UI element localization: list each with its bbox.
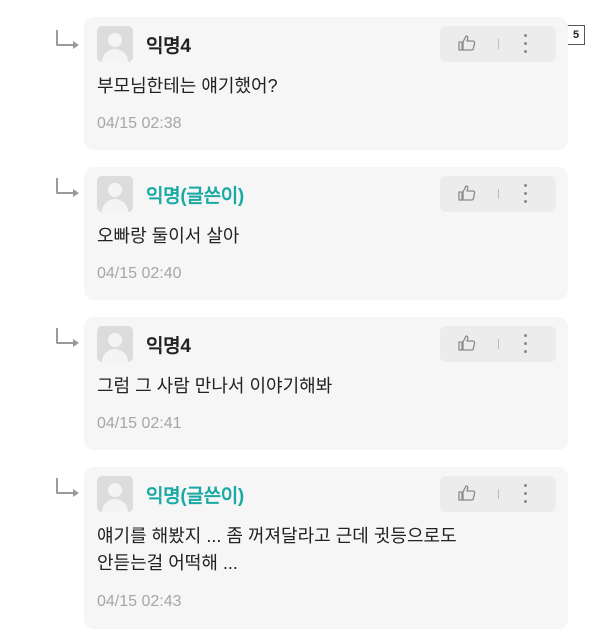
- reply-arrow-icon: [56, 328, 79, 347]
- comment-content-line: 안듣는걸 어떡해 ...: [97, 553, 238, 573]
- comment-author-name: 익명(글쓴이): [146, 186, 244, 207]
- more-vertical-icon[interactable]: [524, 34, 528, 54]
- page-number-badge: 5: [567, 25, 585, 45]
- comment-timestamp: 04/15 02:38: [97, 115, 182, 132]
- comment-card: 익명(글쓴이) 얘기를 해봤지 ... 좀 꺼져달라고 근데 귓등으로도 안듣는…: [84, 467, 568, 629]
- comment-card: 익명4 부모님한테는 얘기했어? 04/15 02:38: [84, 17, 568, 150]
- comment-content: 부모님한테는 얘기했어?: [97, 76, 278, 96]
- more-vertical-icon[interactable]: [524, 334, 528, 354]
- comment-actions: [440, 176, 556, 212]
- more-vertical-icon[interactable]: [524, 484, 528, 504]
- action-divider: [498, 489, 499, 499]
- comment-content-line: 얘기를 해봤지 ... 좀 꺼져달라고 근데 귓등으로도: [97, 526, 457, 546]
- comment-actions: [440, 326, 556, 362]
- reply-arrow-icon: [56, 478, 79, 497]
- comment-card: 익명(글쓴이) 오빠랑 둘이서 살아 04/15 02:40: [84, 167, 568, 300]
- reply-arrow-icon: [56, 178, 79, 197]
- avatar[interactable]: [97, 326, 133, 362]
- comment-content: 그럼 그 사람 만나서 이야기해봐: [97, 376, 333, 396]
- action-divider: [498, 39, 499, 49]
- thumbs-up-icon[interactable]: [458, 335, 476, 351]
- thumbs-up-icon[interactable]: [458, 185, 476, 201]
- comment-actions: [440, 26, 556, 62]
- comment-actions: [440, 476, 556, 512]
- action-divider: [498, 189, 499, 199]
- reply-arrow-icon: [56, 30, 79, 49]
- more-vertical-icon[interactable]: [524, 184, 528, 204]
- comment-timestamp: 04/15 02:41: [97, 415, 182, 432]
- action-divider: [498, 339, 499, 349]
- avatar[interactable]: [97, 26, 133, 62]
- thumbs-up-icon[interactable]: [458, 35, 476, 51]
- avatar[interactable]: [97, 176, 133, 212]
- thumbs-up-icon[interactable]: [458, 485, 476, 501]
- comment-timestamp: 04/15 02:43: [97, 593, 182, 610]
- comment-card: 익명4 그럼 그 사람 만나서 이야기해봐 04/15 02:41: [84, 317, 568, 450]
- comment-timestamp: 04/15 02:40: [97, 265, 182, 282]
- comment-author-name: 익명4: [146, 36, 191, 57]
- comment-author-name: 익명4: [146, 336, 191, 357]
- comment-content: 오빠랑 둘이서 살아: [97, 226, 240, 246]
- comment-content: 얘기를 해봤지 ... 좀 꺼져달라고 근데 귓등으로도 안듣는걸 어떡해 ..…: [97, 523, 457, 577]
- avatar[interactable]: [97, 476, 133, 512]
- comment-author-name: 익명(글쓴이): [146, 486, 244, 507]
